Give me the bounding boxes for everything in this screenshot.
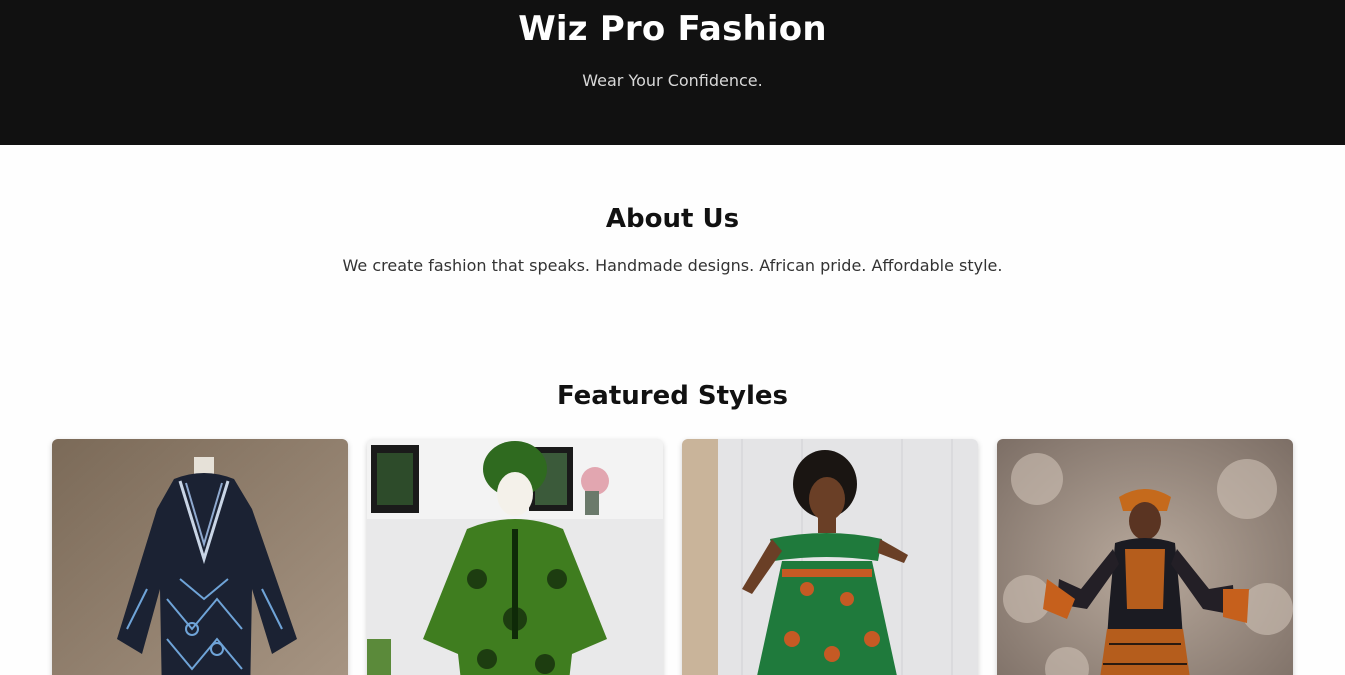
featured-cards — [0, 439, 1345, 675]
style-card-1[interactable] — [52, 439, 348, 675]
featured-section: Featured Styles — [0, 275, 1345, 675]
style-image-2 — [367, 439, 663, 675]
style-card-4[interactable] — [997, 439, 1293, 675]
site-tagline: Wear Your Confidence. — [582, 71, 763, 90]
about-heading: About Us — [605, 204, 740, 234]
hero-header: Wiz Pro Fashion Wear Your Confidence. — [0, 0, 1345, 145]
about-section: About Us We create fashion that speaks. … — [0, 145, 1345, 275]
style-image-4 — [997, 439, 1293, 675]
featured-heading: Featured Styles — [556, 381, 789, 411]
about-text: We create fashion that speaks. Handmade … — [342, 256, 1003, 275]
style-card-3[interactable] — [682, 439, 978, 675]
style-card-2[interactable] — [367, 439, 663, 675]
style-image-1 — [52, 439, 348, 675]
site-title: Wiz Pro Fashion — [518, 9, 827, 49]
style-image-3 — [682, 439, 978, 675]
